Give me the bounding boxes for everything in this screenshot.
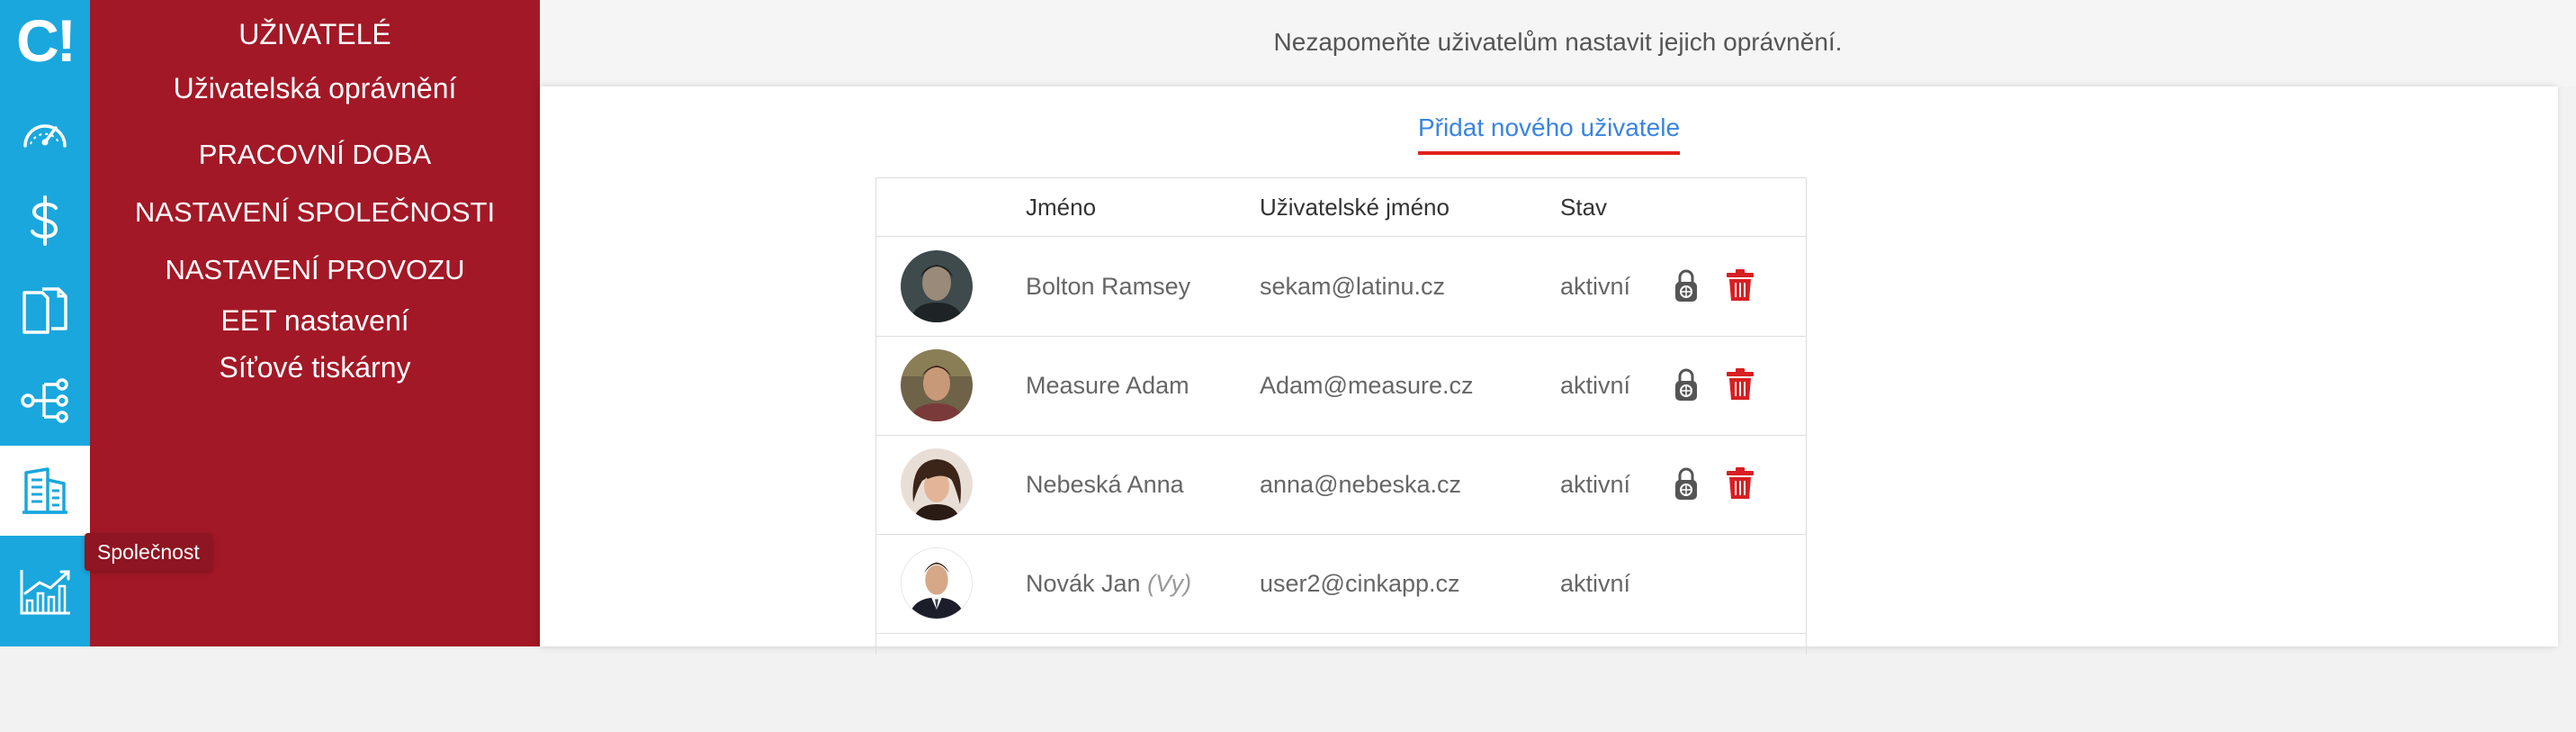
user-name: Nebeská Anna — [1026, 471, 1184, 498]
users-card: Přidat nového uživatele Jméno Uživatelsk… — [540, 86, 2558, 655]
submenu-item-network-printers[interactable]: Síťové tiskárny — [90, 351, 540, 384]
rail-item-company[interactable] — [0, 446, 90, 536]
user-name: Measure Adam — [1026, 372, 1189, 399]
user-status: aktivní — [1560, 570, 1631, 597]
submenu-item-operation-settings[interactable]: NASTAVENÍ PROVOZU — [90, 254, 540, 286]
table-row[interactable]: Measure Adam Adam@measure.cz aktivní — [876, 336, 1806, 436]
table-row[interactable]: Nebeská Anna anna@nebeska.cz aktivní — [876, 435, 1806, 535]
lock-icon[interactable] — [1668, 362, 1704, 407]
avatar — [901, 349, 973, 421]
trash-icon[interactable] — [1722, 362, 1758, 407]
documents-icon — [21, 285, 69, 336]
column-username[interactable]: Uživatelské jméno — [1260, 178, 1450, 236]
submenu-item-user-permissions[interactable]: Uživatelská oprávnění — [90, 72, 540, 105]
user-name: Bolton Ramsey — [1026, 273, 1191, 300]
company-tooltip: Společnost — [85, 533, 212, 571]
logo-text: C! — [16, 7, 76, 74]
users-table: Jméno Uživatelské jméno Stav Bolton Rams… — [875, 177, 1807, 655]
add-user-link-wrap: Přidat nového uživatele — [540, 113, 2558, 155]
speedometer-icon — [20, 108, 70, 153]
rail-item-network[interactable] — [0, 356, 90, 446]
user-name: Novák Jan (Vy) — [1026, 534, 1191, 633]
building-icon — [22, 467, 67, 514]
table-row[interactable]: Novák Jan (Vy) user2@cinkapp.cz aktivní — [876, 534, 1806, 634]
trash-icon[interactable] — [1722, 461, 1758, 506]
rail-item-statistics[interactable] — [0, 536, 90, 646]
submenu-item-working-hours[interactable]: PRACOVNÍ DOBA — [90, 139, 540, 171]
user-status: aktivní — [1560, 471, 1631, 498]
top-message-bar: Nezapomeňte uživatelům nastavit jejich o… — [540, 0, 2576, 86]
column-name[interactable]: Jméno — [1026, 178, 1096, 236]
rail-item-finance[interactable] — [0, 176, 90, 266]
user-status: aktivní — [1560, 372, 1631, 399]
avatar — [901, 547, 973, 619]
user-status: aktivní — [1560, 273, 1631, 300]
user-username: Adam@measure.cz — [1260, 372, 1474, 399]
network-icon — [19, 377, 71, 424]
trash-icon[interactable] — [1722, 263, 1758, 308]
submenu-item-users[interactable]: UŽIVATELÉ — [90, 18, 540, 51]
lock-icon[interactable] — [1668, 461, 1704, 506]
permissions-reminder: Nezapomeňte uživatelům nastavit jejich o… — [1273, 28, 1843, 56]
table-header: Jméno Uživatelské jméno Stav — [876, 178, 1806, 237]
user-username: user2@cinkapp.cz — [1260, 570, 1460, 597]
avatar — [901, 448, 973, 520]
user-username: sekam@latinu.cz — [1260, 273, 1445, 300]
submenu-item-eet-settings[interactable]: EET nastavení — [90, 304, 540, 338]
submenu-item-company-settings[interactable]: NASTAVENÍ SPOLEČNOSTI — [90, 196, 540, 229]
table-row[interactable] — [876, 633, 1806, 732]
rail-item-documents[interactable] — [0, 266, 90, 356]
user-username: anna@nebeska.cz — [1260, 471, 1462, 498]
logo[interactable]: C! — [0, 0, 90, 81]
rail-item-dashboard[interactable] — [0, 86, 90, 176]
table-row[interactable]: Bolton Ramsey sekam@latinu.cz aktivní — [876, 237, 1806, 337]
lock-icon[interactable] — [1668, 263, 1704, 308]
column-status[interactable]: Stav — [1560, 178, 1607, 236]
user-name-text: Novák Jan — [1026, 570, 1141, 597]
current-user-marker: (Vy) — [1147, 570, 1192, 597]
add-user-link[interactable]: Přidat nového uživatele — [1417, 113, 1681, 155]
avatar — [901, 250, 973, 322]
dollar-icon — [27, 195, 63, 246]
chart-icon — [18, 566, 72, 617]
icon-rail: C! — [0, 0, 90, 646]
